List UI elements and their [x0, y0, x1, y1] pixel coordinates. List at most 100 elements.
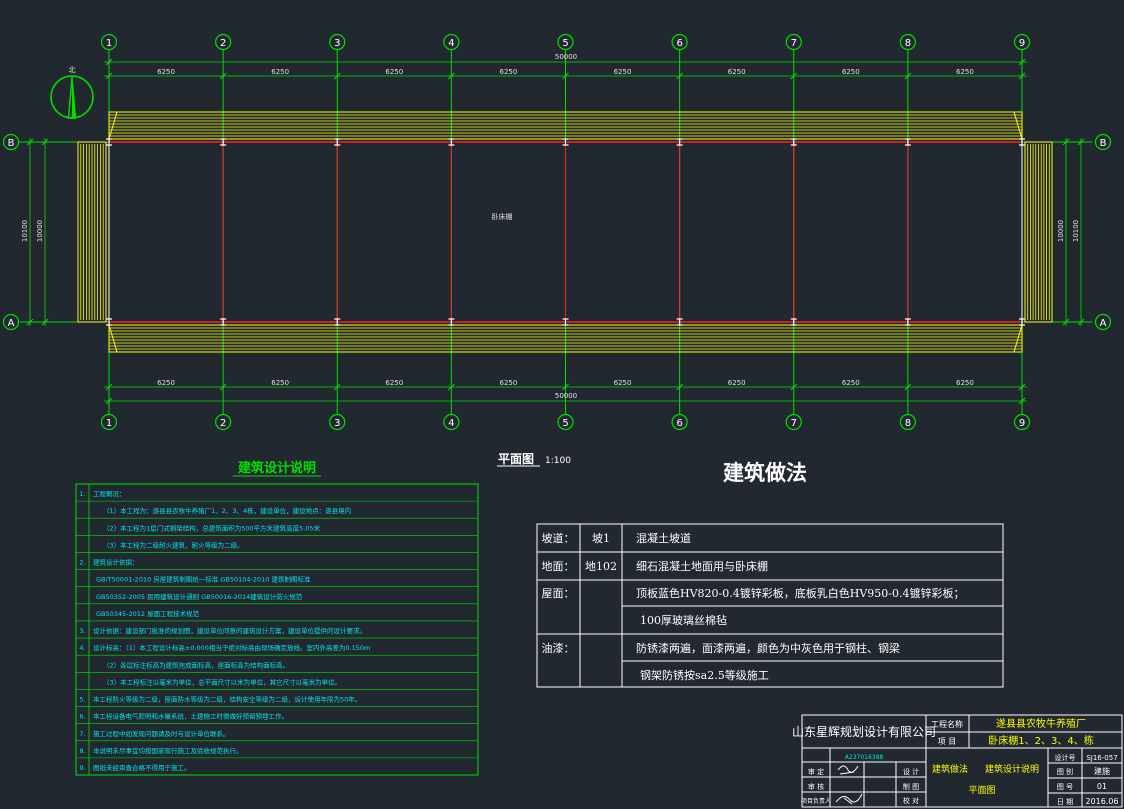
- bay-dim-bottom: 6250: [500, 379, 518, 387]
- design-no-label: 设计号: [1055, 753, 1076, 762]
- notes-rows: 1. 工程概况： （1）本工程为：遂县县农牧牛养殖厂1、2、3、4栋，建设单位，建设…: [76, 489, 478, 772]
- company-code: A237016388: [845, 754, 884, 761]
- notes-row-text: （2）本工程为1层门式钢架结构，总建筑面积为500平方米建筑高度5.05米: [103, 523, 321, 532]
- bay-dim-bottom: 6250: [385, 379, 403, 387]
- axis-bottom-1-label: 1: [106, 418, 112, 429]
- role-review: 审 定: [808, 767, 824, 776]
- bay-dim-top: 6250: [385, 68, 403, 76]
- bay-dim-top: 6250: [157, 68, 175, 76]
- axis-top-9-label: 9: [1019, 38, 1025, 49]
- date-label: 日 期: [1057, 798, 1073, 806]
- notes-row-text: （3）本工程为二级耐火建筑，耐火等级为二级。: [103, 540, 244, 549]
- notes-row-number: 2.: [79, 559, 85, 567]
- drawing-title-1: 建筑做法: [932, 763, 968, 775]
- north-label: 北: [69, 66, 76, 74]
- notes-row-text: 设计标高：（1）本工程设计标高±0.000相当于绝对标高由现场确定放线。室内外高…: [93, 643, 370, 652]
- method-desc: 钢架防锈按sa2.5等级施工: [640, 668, 769, 682]
- total-dim-bottom: 50000: [555, 392, 577, 400]
- axis-top-8-label: 8: [905, 38, 911, 49]
- method-part: 屋面：: [542, 587, 575, 600]
- notes-row-number: 7.: [79, 730, 85, 738]
- notes-row-text: 建筑设计依据：: [93, 558, 139, 567]
- item-name: 卧床棚1、2、3、4、栋: [988, 734, 1093, 747]
- bay-dim-bottom: 6250: [956, 379, 974, 387]
- side-dim-right-inner: 10000: [1057, 220, 1065, 242]
- notes-row-text: GB50352-2005 民用建筑设计通则 GB50016-2014建筑设计防火…: [96, 592, 303, 601]
- method-desc: 顶板蓝色HV820-0.4镀锌彩板，底板乳白色HV950-0.4镀锌彩板；: [636, 586, 964, 600]
- sheet-label: 图 号: [1057, 783, 1073, 791]
- bay-dim-bottom: 6250: [728, 379, 746, 387]
- methods-table-frame: [536, 523, 1004, 688]
- axis-top-2-label: 2: [220, 38, 226, 49]
- bay-dim-bottom: 6250: [271, 379, 289, 387]
- bay-dim-top: 6250: [271, 68, 289, 76]
- method-desc: 细石混凝土地面用与卧床棚: [636, 559, 768, 573]
- cad-drawing: 6250 6250 6250 6250 6250 6250 6250 62506250 6250…: [2, 33, 1123, 808]
- axis-bottom-9-label: 9: [1019, 418, 1025, 429]
- drawing-title-2: 建筑设计说明: [985, 763, 1039, 775]
- roof-edge: [108, 324, 118, 353]
- method-desc: 防锈漆两遍，面漆两遍，颜色为中灰色用于钢柱、钢梁: [636, 641, 900, 655]
- plan-title: 平面图: [498, 452, 534, 466]
- role-check: 审 核: [808, 782, 824, 791]
- axis-top-6-label: 6: [676, 38, 682, 49]
- notes-row-text: 本说明未尽事宜均按国家现行施工及验收规范执行。: [93, 746, 243, 755]
- axis-top-4-label: 4: [448, 38, 454, 49]
- method-code: 地102: [585, 560, 617, 573]
- bay-dim-top: 6250: [500, 68, 518, 76]
- axis-bottom-7-label: 7: [791, 418, 797, 429]
- bay-dim-top: 6250: [842, 68, 860, 76]
- project-name: 遂县县农牧牛养殖厂: [996, 717, 1086, 730]
- notes-row-text: GB/T50001-2010 房屋建筑制图统一标准 GB50104-2010 建…: [96, 575, 311, 584]
- notes-row-text: （2）各层标注标高为建筑完成面标高，屋面标高为结构面标高。: [103, 660, 289, 669]
- axis-left-B-label: B: [8, 138, 15, 149]
- methods-title: 建筑做法: [723, 460, 807, 485]
- bay-dim-top: 6250: [956, 68, 974, 76]
- bay-dim-bottom: 6250: [614, 379, 632, 387]
- bay-dim-top: 6250: [728, 68, 746, 76]
- axis-top-7-label: 7: [791, 38, 797, 49]
- notes-row-number: 9.: [79, 764, 85, 772]
- method-part: 油漆：: [542, 641, 575, 655]
- notes-row-number: 1.: [79, 490, 85, 498]
- method-part: 坡道：: [542, 531, 575, 545]
- item-label: 项 目: [938, 737, 957, 746]
- notes-row-text: 工程概况：: [93, 489, 126, 498]
- project-name-label: 工程名称: [931, 719, 963, 729]
- role-lead: 项目负责人: [801, 797, 831, 805]
- axis-left-A-label: A: [8, 318, 15, 329]
- bay-dim-top: 6250: [614, 68, 632, 76]
- axis-top-5-label: 5: [562, 38, 568, 49]
- axis-bottom-3-label: 3: [334, 418, 340, 429]
- axis-bubbles: 1 1 2 2 3 3 4 4 5 5 6 6 7 7 8 8 9 9 B A B A: [2, 33, 1112, 431]
- method-desc: 100厚玻璃丝棉毡: [640, 613, 727, 627]
- axis-bottom-2-label: 2: [220, 418, 226, 429]
- plan-scale: 1:100: [545, 456, 571, 466]
- axis-right-A-label: A: [1100, 318, 1107, 329]
- roof-edge: [1013, 324, 1023, 353]
- grid-axis-lines: [20, 50, 1092, 415]
- category: 建施: [1094, 766, 1110, 776]
- notes-row-text: GB50345-2012 屋面工程技术规范: [96, 609, 200, 618]
- notes-row-text: （3）本工程标注以毫米为单位，总平面尺寸以米为单位，其它尺寸以毫米为单位。: [103, 677, 341, 686]
- axis-top-1-label: 1: [106, 38, 112, 49]
- sheet-number: 01: [1097, 782, 1107, 791]
- notes-row-number: 4.: [79, 644, 85, 652]
- bay-dim-bottom: 6250: [842, 379, 860, 387]
- axis-bottom-8-label: 8: [905, 418, 911, 429]
- notes-row-text: （1）本工程为：遂县县农牧牛养殖厂1、2、3、4栋，建设单位，建设地点：遂县境内: [103, 506, 351, 515]
- notes-row-number: 8.: [79, 747, 85, 755]
- role-design: 设 计: [903, 767, 919, 776]
- notes-row-text: 施工过程中如发现问题请及时与设计单位联系。: [93, 729, 230, 738]
- method-code: 坡1: [592, 532, 610, 545]
- notes-row-text: 本工程设备电气照明和水暖系统，土建施工时需做好预留预埋工作。: [93, 712, 288, 721]
- side-dim-right-outer: 10100: [1072, 220, 1080, 242]
- notes-row-number: 6.: [79, 713, 85, 721]
- bay-dim-bottom: 6250: [157, 379, 175, 387]
- drawing-title-3: 平面图: [968, 785, 995, 796]
- notes-row-number: 5.: [79, 696, 85, 704]
- axis-top-3-label: 3: [334, 38, 340, 49]
- room-label: 卧床棚: [492, 212, 513, 221]
- design-no: SJ16-057: [1086, 754, 1117, 762]
- axis-right-B-label: B: [1100, 138, 1107, 149]
